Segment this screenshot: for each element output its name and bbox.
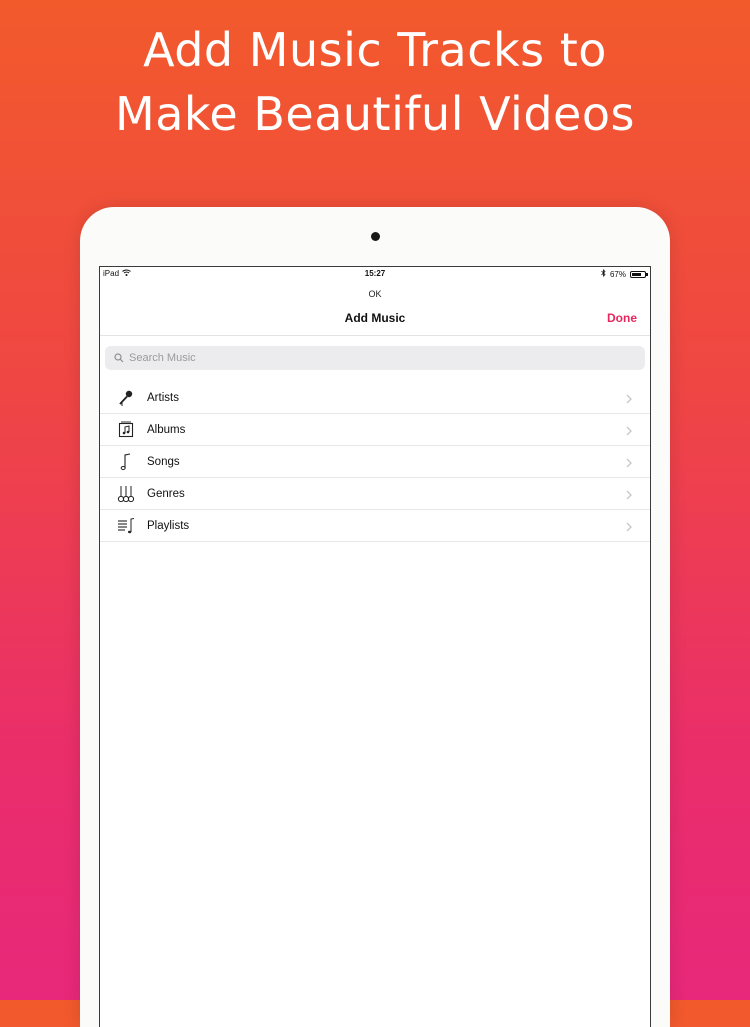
camera-dot (371, 232, 380, 241)
chevron-right-icon (626, 487, 632, 505)
list-item-artists[interactable]: Artists (100, 382, 650, 414)
headline-line-1: Add Music Tracks to (143, 23, 607, 77)
chevron-right-icon (626, 391, 632, 409)
playlist-icon (116, 516, 136, 536)
ok-button[interactable]: OK (100, 285, 650, 303)
list-item-genres[interactable]: Genres (100, 478, 650, 510)
search-icon (114, 353, 124, 363)
list-item-playlists[interactable]: Playlists (100, 510, 650, 542)
ipad-frame: iPad 15:27 67% OK Add Music Done Search … (80, 207, 670, 1027)
list-item-label: Playlists (147, 520, 190, 532)
chevron-right-icon (626, 455, 632, 473)
music-library-list: Artists Albums Songs Genres Playlists (100, 382, 650, 542)
search-input[interactable]: Search Music (105, 346, 645, 370)
guitars-icon (116, 484, 136, 504)
list-item-label: Artists (147, 392, 179, 404)
list-item-label: Genres (147, 488, 185, 500)
chevron-right-icon (626, 519, 632, 537)
list-item-label: Albums (147, 424, 186, 436)
done-button[interactable]: Done (607, 311, 637, 325)
music-note-icon (116, 452, 136, 472)
album-icon (116, 420, 136, 440)
navigation-bar: Add Music Done (100, 303, 650, 336)
list-item-songs[interactable]: Songs (100, 446, 650, 478)
microphone-icon (116, 388, 136, 408)
battery-percent: 67% (609, 269, 626, 279)
status-bar: iPad 15:27 67% (100, 267, 650, 281)
headline-line-2: Make Beautiful Videos (115, 87, 635, 141)
page-title: Add Music (344, 311, 406, 325)
screen: iPad 15:27 67% OK Add Music Done Search … (99, 266, 651, 1027)
bluetooth-icon (601, 269, 606, 279)
search-placeholder: Search Music (129, 352, 196, 364)
status-time: 15:27 (364, 269, 386, 278)
chevron-right-icon (626, 423, 632, 441)
list-item-albums[interactable]: Albums (100, 414, 650, 446)
list-item-label: Songs (147, 456, 180, 468)
battery-icon (630, 270, 648, 278)
